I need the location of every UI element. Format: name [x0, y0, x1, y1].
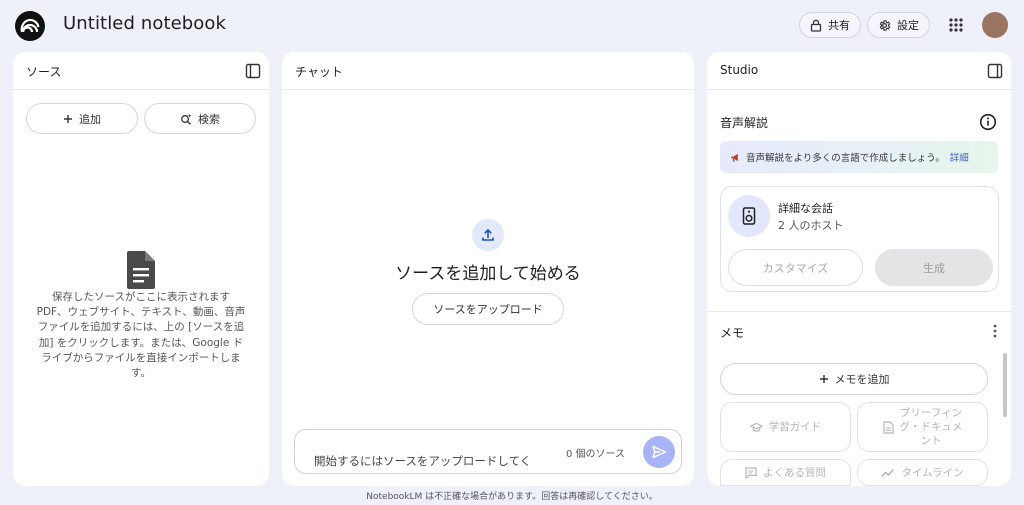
- panel-toggle-icon[interactable]: [245, 63, 261, 79]
- audio-overview-title: 音声解説: [720, 116, 769, 130]
- settings-label: 設定: [897, 19, 919, 32]
- customize-button[interactable]: カスタマイズ: [728, 249, 863, 286]
- study-guide-icon: [749, 422, 763, 432]
- lock-icon: [810, 19, 822, 32]
- briefing-doc-button[interactable]: ブリーフィン グ・ドキュメ ント: [857, 402, 988, 452]
- chat-panel: チャット ソースを追加して始める ソースをアップロード 開始するにはソースをアッ…: [282, 52, 694, 486]
- avatar[interactable]: [982, 12, 1008, 38]
- chat-panel-header: チャット: [282, 52, 694, 90]
- study-guide-label: 学習ガイド: [768, 421, 822, 433]
- empty-message-line: PDF、ウェブサイト、テキスト、動画、音声: [36, 306, 246, 319]
- faq-icon: [745, 466, 757, 479]
- discover-sources-label: 検索: [198, 112, 220, 126]
- generate-button[interactable]: 生成: [875, 249, 993, 286]
- audio-card-subtitle: 2 人のホスト: [778, 219, 844, 232]
- chat-empty-heading: ソースを追加して始める: [395, 264, 581, 284]
- add-memo-button[interactable]: メモを追加: [720, 363, 988, 395]
- sources-empty-message: 保存したソースがここに表示されます PDF、ウェブサイト、テキスト、動画、音声 …: [23, 290, 259, 381]
- share-label: 共有: [828, 19, 850, 32]
- kebab-menu-icon[interactable]: [993, 324, 997, 338]
- faq-label: よくある質問: [763, 466, 826, 479]
- audio-overview-card: 詳細な会話 2 人のホスト カスタマイズ 生成: [720, 186, 999, 292]
- banner-text: 音声解説をより多くの言語で作成しましょう。: [746, 153, 945, 164]
- briefing-doc-label: ブリーフィン グ・ドキュメ ント: [900, 406, 963, 448]
- upload-source-button[interactable]: ソースをアップロード: [412, 293, 564, 325]
- send-button[interactable]: [643, 436, 675, 468]
- panel-toggle-icon[interactable]: [987, 63, 1003, 79]
- source-count: 0 個のソース: [566, 449, 626, 460]
- sources-panel: ソース 追加 検索 保存したソースがここに表示されます PDF、ウェブサイト、テ…: [13, 52, 269, 486]
- add-source-label: 追加: [79, 112, 101, 126]
- briefing-doc-label-line: ント: [920, 435, 942, 447]
- timeline-label: タイムライン: [901, 466, 964, 479]
- info-icon[interactable]: [979, 113, 997, 131]
- chat-title: チャット: [295, 65, 343, 79]
- audio-card-title: 詳細な会話: [778, 202, 833, 215]
- studio-title: Studio: [720, 63, 759, 77]
- banner-details-link[interactable]: 詳細: [950, 150, 969, 164]
- notebooklm-logo-icon[interactable]: [15, 11, 45, 41]
- sources-title: ソース: [26, 65, 62, 79]
- faq-button[interactable]: よくある質問: [720, 459, 851, 486]
- timeline-button[interactable]: タイムライン: [857, 459, 988, 486]
- add-memo-label: メモを追加: [834, 373, 890, 386]
- app-header: Untitled notebook 共有 設定: [0, 0, 1024, 50]
- audio-language-banner: 音声解説をより多くの言語で作成しましょう。 詳細: [720, 141, 998, 173]
- timeline-icon: [881, 468, 895, 477]
- megaphone-icon: [731, 153, 738, 162]
- document-icon: [127, 251, 155, 289]
- settings-button[interactable]: 設定: [867, 12, 930, 38]
- empty-message-line: ファイルを追加するには、上の [ソースを追: [37, 321, 245, 334]
- add-source-button[interactable]: 追加: [26, 103, 138, 134]
- discover-sources-button[interactable]: 検索: [144, 103, 256, 134]
- footer-disclaimer: NotebookLM は不正確な場合があります。回答は再確認してください。: [366, 492, 658, 502]
- send-icon: [652, 445, 667, 459]
- plus-icon: [64, 114, 72, 123]
- plus-icon: [819, 375, 828, 383]
- memo-title: メモ: [720, 326, 745, 340]
- studio-panel: Studio 音声解説 音声解説をより多くの言語で作成しましょう。 詳細 詳細な…: [707, 52, 1011, 486]
- empty-message-line: 加] をクリックします。または、Google ド: [38, 336, 244, 349]
- section-divider: [707, 311, 1011, 312]
- chat-input[interactable]: 開始するにはソースをアップロードしてく 0 個のソース: [294, 429, 682, 474]
- chat-input-placeholder: 開始するにはソースをアップロードしてく: [314, 454, 532, 468]
- gear-icon: [879, 19, 891, 31]
- briefing-doc-icon: [882, 420, 894, 434]
- empty-message-line: す。: [131, 367, 151, 380]
- briefing-doc-label-line: ブリーフィン: [899, 407, 963, 419]
- empty-message-line: 保存したソースがここに表示されます: [52, 291, 230, 303]
- scrollbar[interactable]: [1003, 353, 1007, 417]
- study-guide-button[interactable]: 学習ガイド: [720, 402, 851, 452]
- search-spark-icon: [181, 113, 192, 125]
- briefing-doc-label-line: グ・ドキュメ: [899, 421, 963, 433]
- sources-panel-header: ソース: [13, 52, 269, 90]
- share-button[interactable]: 共有: [799, 12, 861, 38]
- studio-panel-header: Studio: [707, 52, 1011, 90]
- empty-message-line: ライブからファイルを直接インポートしま: [41, 351, 241, 364]
- apps-grid-icon[interactable]: [948, 17, 964, 33]
- upload-icon[interactable]: [472, 219, 504, 251]
- speaker-icon: [728, 195, 770, 237]
- notebook-title[interactable]: Untitled notebook: [63, 13, 226, 34]
